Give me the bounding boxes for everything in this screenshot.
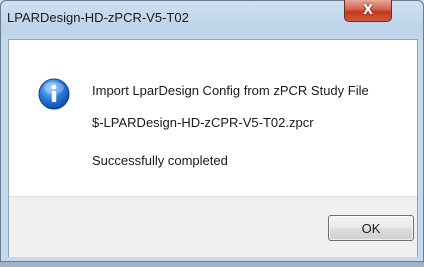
message-dialog: LPARDesign-HD-zPCR-V5-T02 X Import LparD…: [0, 0, 424, 262]
close-button[interactable]: X: [344, 0, 392, 22]
ok-button[interactable]: OK: [328, 215, 414, 241]
window-title: LPARDesign-HD-zPCR-V5-T02: [7, 10, 189, 25]
close-icon: X: [362, 3, 374, 18]
message-line-title: Import LparDesign Config from zPCR Study…: [92, 83, 369, 98]
message-line-filename: $-LPARDesign-HD-zCPR-V5-T02.zpcr: [92, 115, 314, 130]
button-bar: OK: [9, 196, 417, 257]
dialog-body: Import LparDesign Config from zPCR Study…: [8, 39, 418, 257]
info-icon: [38, 78, 70, 110]
message-line-status: Successfully completed: [92, 153, 228, 168]
background-strip: [0, 262, 424, 267]
